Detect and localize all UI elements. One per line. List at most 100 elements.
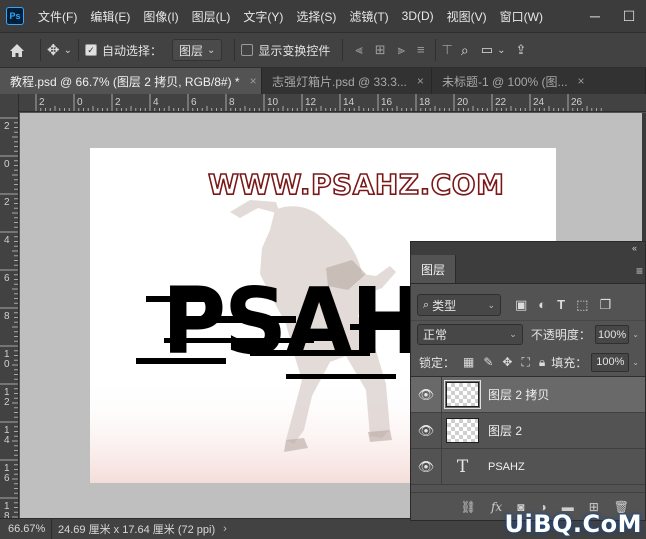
ruler-label: 8 [229,97,235,108]
ruler-label: 4 [4,235,10,246]
ruler-label: 6 [191,97,197,108]
collapse-panel-icon[interactable]: « [632,243,637,253]
panel-menu-icon[interactable]: ≡ [636,264,643,278]
visibility-eye-icon[interactable]: 👁︎ [411,387,441,403]
workspace-icon[interactable]: ▭ [481,42,493,58]
document-tabs: 教程.psd @ 66.7% (图层 2 拷贝, RGB/8#) * × 志强灯… [0,68,646,94]
lock-transparent-icon[interactable]: ▦ [463,355,474,370]
kind-filter-value: 类型 [432,298,457,313]
vertical-ruler-ticks: 2024681012141618 [0,117,18,518]
lock-row: 锁定： ▦ ✎ ✥ ⛶ 🔒︎ 填充： 100% ⌄ [411,348,645,376]
vertical-ruler[interactable]: 2024681012141618 [0,94,19,518]
show-transform-checkbox[interactable] [241,44,254,56]
auto-select-checkbox[interactable]: ✓ [84,44,97,56]
close-icon[interactable]: × [250,74,257,88]
visibility-eye-icon[interactable]: 👁︎ [411,423,441,439]
menu-window[interactable]: 窗口(W) [500,8,543,25]
blend-mode-dropdown[interactable]: 正常 ⌄ [417,324,523,345]
zoom-level[interactable]: 66.67% [0,518,52,539]
align-center-icon[interactable]: ⊞ [375,42,386,58]
menu-filter[interactable]: 滤镜(T) [349,8,388,25]
ruler-label: 0 [4,359,10,370]
menu-select[interactable]: 选择(S) [296,8,336,25]
kind-filter-dropdown[interactable]: ⌕ 类型 ⌄ [417,294,501,316]
share-icon[interactable]: ⇪ [515,42,526,58]
menu-type[interactable]: 文字(Y) [243,8,283,25]
ruler-label: 10 [267,97,279,108]
fill-chevron-icon[interactable]: ⌄ [632,358,639,367]
ruler-label: 2 [4,121,10,132]
maximize-icon[interactable]: ☐ [612,8,646,25]
workspace-chevron-down-icon[interactable]: ⌄ [497,45,505,56]
menu-edit[interactable]: 编辑(E) [90,8,130,25]
lock-artboard-icon[interactable]: ⛶ [521,355,529,370]
menu-view[interactable]: 视图(V) [447,8,487,25]
layer-name[interactable]: 图层 2 拷贝 [488,386,549,403]
panel-header: 图层 ≡ [411,255,645,284]
tab-label: 志强灯箱片.psd @ 33.3... [272,74,407,89]
auto-select-target-value: 图层 [178,43,203,58]
ruler-label: 2 [4,197,10,208]
opacity-chevron-icon[interactable]: ⌄ [632,330,639,339]
minimize-icon[interactable]: ─ [578,8,612,24]
fill-label: 填充： [551,355,588,370]
ruler-label: 8 [4,311,10,322]
options-bar: ✥ ⌄ ✓ 自动选择： 图层 ⌄ 显示变换控件 ⫷ ⊞ ⫸ ≡ ⊤ ⌕ ▭ ⌄ … [0,32,646,68]
align-left-icon[interactable]: ⫷ [355,42,362,58]
menu-3d[interactable]: 3D(D) [402,9,434,23]
horizontal-ruler[interactable]: 2 0 2 4 6 8 10 12 14 16 18 20 22 24 26 [19,94,646,112]
search-icon: ⌕ [423,298,430,311]
horizontal-ruler-ticks: 2 0 2 4 6 8 10 12 14 16 18 20 22 24 26 [35,94,602,111]
shape-filter-icon[interactable]: ⬚ [576,297,588,313]
lock-all-icon[interactable]: 🔒︎ [539,355,545,370]
align-right-icon[interactable]: ⫸ [398,42,405,58]
layer-row[interactable]: 👁︎ 图层 2 [411,412,645,449]
ruler-label: 6 [4,473,10,484]
blend-mode-value: 正常 [423,328,448,342]
menu-bar: Ps 文件(F) 编辑(E) 图像(I) 图层(L) 文字(Y) 选择(S) 滤… [0,0,646,32]
ruler-label: 22 [495,97,507,108]
ruler-label: 4 [153,97,159,108]
divider [441,448,442,485]
tab-document-2[interactable]: 志强灯箱片.psd @ 33.3... × [262,68,432,94]
type-filter-icon[interactable]: T [557,297,565,313]
search-icon[interactable]: ⌕ [461,42,469,59]
tool-preset-chevron-down-icon[interactable]: ⌄ [64,45,72,56]
image-filter-icon[interactable]: ▣ [515,297,527,313]
visibility-eye-icon[interactable]: 👁︎ [411,459,441,475]
distribute-icon[interactable]: ≡ [417,42,425,58]
smart-object-filter-icon[interactable]: ❐ [599,297,611,313]
layer-row[interactable]: 👁︎ 图层 2 拷贝 [411,376,645,413]
fill-input[interactable]: 100% [591,352,630,372]
menu-layer[interactable]: 图层(L) [192,8,231,25]
menu-file[interactable]: 文件(F) [38,8,77,25]
divider [441,376,442,413]
ruler-label: 16 [381,97,393,108]
close-icon[interactable]: × [417,74,424,88]
tab-document-3[interactable]: 未标题-1 @ 100% (图... × [432,68,646,94]
ruler-label: 2 [115,97,121,108]
home-button[interactable] [0,32,34,68]
lock-brush-icon[interactable]: ✎ [483,355,493,370]
layer-name[interactable]: 图层 2 [488,422,522,439]
fx-icon[interactable]: fx [491,500,502,514]
align-top-icon[interactable]: ⊤ [442,42,453,58]
layer-row[interactable]: 👁︎ T PSAHZ [411,448,645,485]
tab-layers[interactable]: 图层 [411,255,457,283]
status-menu-arrow-icon[interactable]: › [223,523,227,535]
close-icon[interactable]: × [578,74,585,88]
auto-select-target-dropdown[interactable]: 图层 ⌄ [171,39,223,61]
photoshop-logo-icon[interactable]: Ps [6,7,24,25]
chevron-down-icon: ⌄ [509,329,517,339]
adjustment-filter-icon[interactable]: ◐ [538,297,546,313]
link-icon[interactable]: ⛓︎ [461,500,476,514]
layers-panel: « 图层 ≡ ⌕ 类型 ⌄ ▣ ◐ T ⬚ ❐ 正常 ⌄ 不透明度： 100% … [410,241,646,521]
menu-image[interactable]: 图像(I) [143,8,178,25]
opacity-input[interactable]: 100% [594,325,630,344]
lock-position-icon[interactable]: ✥ [502,355,512,370]
divider [234,39,236,61]
lock-label: 锁定： [419,355,456,370]
move-tool-icon[interactable]: ✥ [47,41,60,59]
tab-document-1[interactable]: 教程.psd @ 66.7% (图层 2 拷贝, RGB/8#) * × [0,68,262,94]
layer-name[interactable]: PSAHZ [488,461,525,473]
